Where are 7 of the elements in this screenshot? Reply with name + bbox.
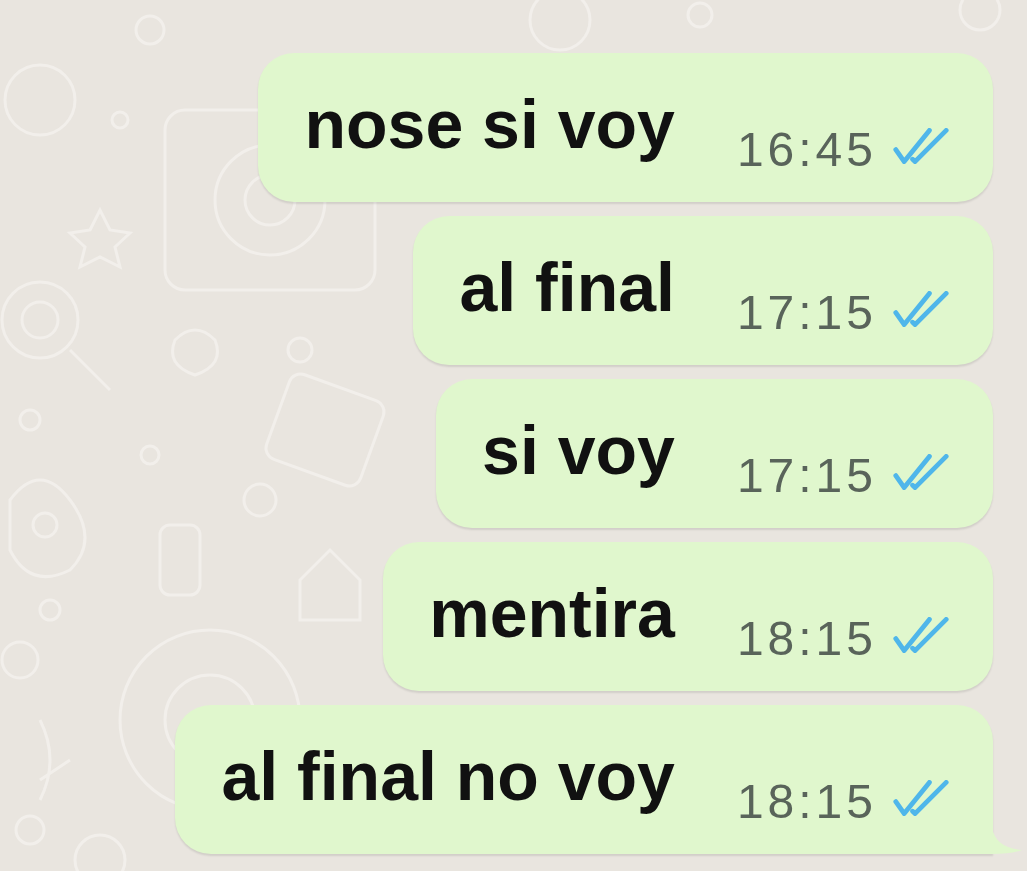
- message-time: 18:15: [736, 778, 877, 826]
- message-time: 17:15: [736, 452, 877, 500]
- message-time: 18:15: [736, 615, 877, 663]
- message-time: 16:45: [736, 126, 877, 174]
- message-text: al final: [459, 253, 675, 321]
- message-text: mentira: [429, 579, 675, 647]
- message-time: 17:15: [736, 289, 877, 337]
